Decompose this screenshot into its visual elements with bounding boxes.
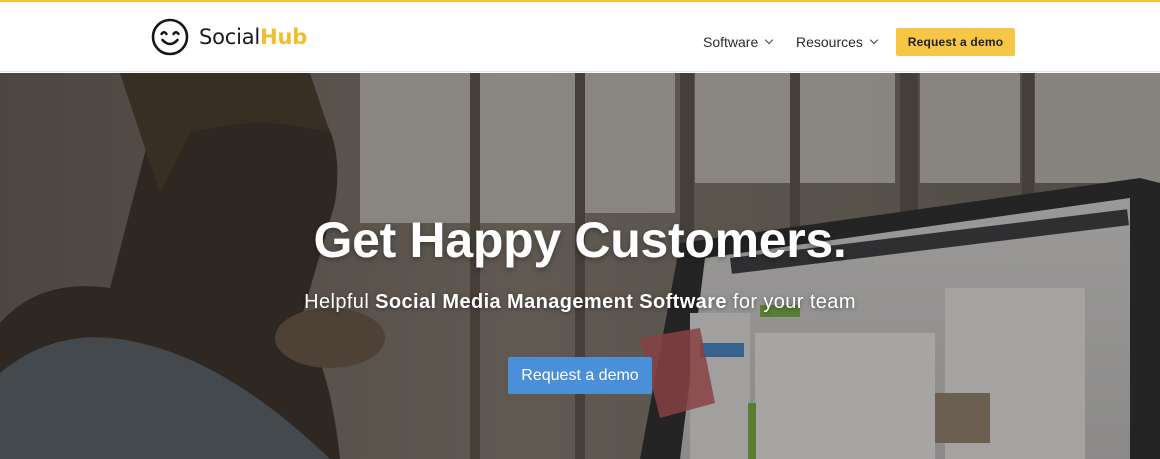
brand-name-social: Social <box>199 25 261 49</box>
nav-item-label: Software <box>703 34 759 50</box>
chevron-down-icon <box>869 35 879 45</box>
request-demo-button-header[interactable]: Request a demo <box>896 28 1015 56</box>
hero-subheadline: Helpful Social Media Management Software… <box>0 291 1160 314</box>
logo-link[interactable]: SocialHub <box>151 18 307 56</box>
nav-item-resources[interactable]: Resources <box>796 28 879 56</box>
request-demo-button-hero[interactable]: Request a demo <box>508 357 652 394</box>
site-header: SocialHub Software Resources Request a d… <box>0 2 1160 72</box>
nav-item-software[interactable]: Software <box>703 28 774 56</box>
subheadline-emphasis: Social Media Management Software <box>375 291 727 313</box>
subheadline-prefix: Helpful <box>304 291 376 313</box>
hero-headline: Get Happy Customers. <box>313 212 847 268</box>
nav-item-label: Resources <box>796 34 863 50</box>
hero-section: Get Happy Customers. Helpful Social Medi… <box>0 73 1160 459</box>
brand-name: SocialHub <box>199 25 307 49</box>
brand-name-hub: Hub <box>260 25 308 49</box>
subheadline-suffix: for your team <box>726 291 856 313</box>
chevron-down-icon <box>765 35 774 45</box>
smiley-face-icon <box>151 18 189 56</box>
